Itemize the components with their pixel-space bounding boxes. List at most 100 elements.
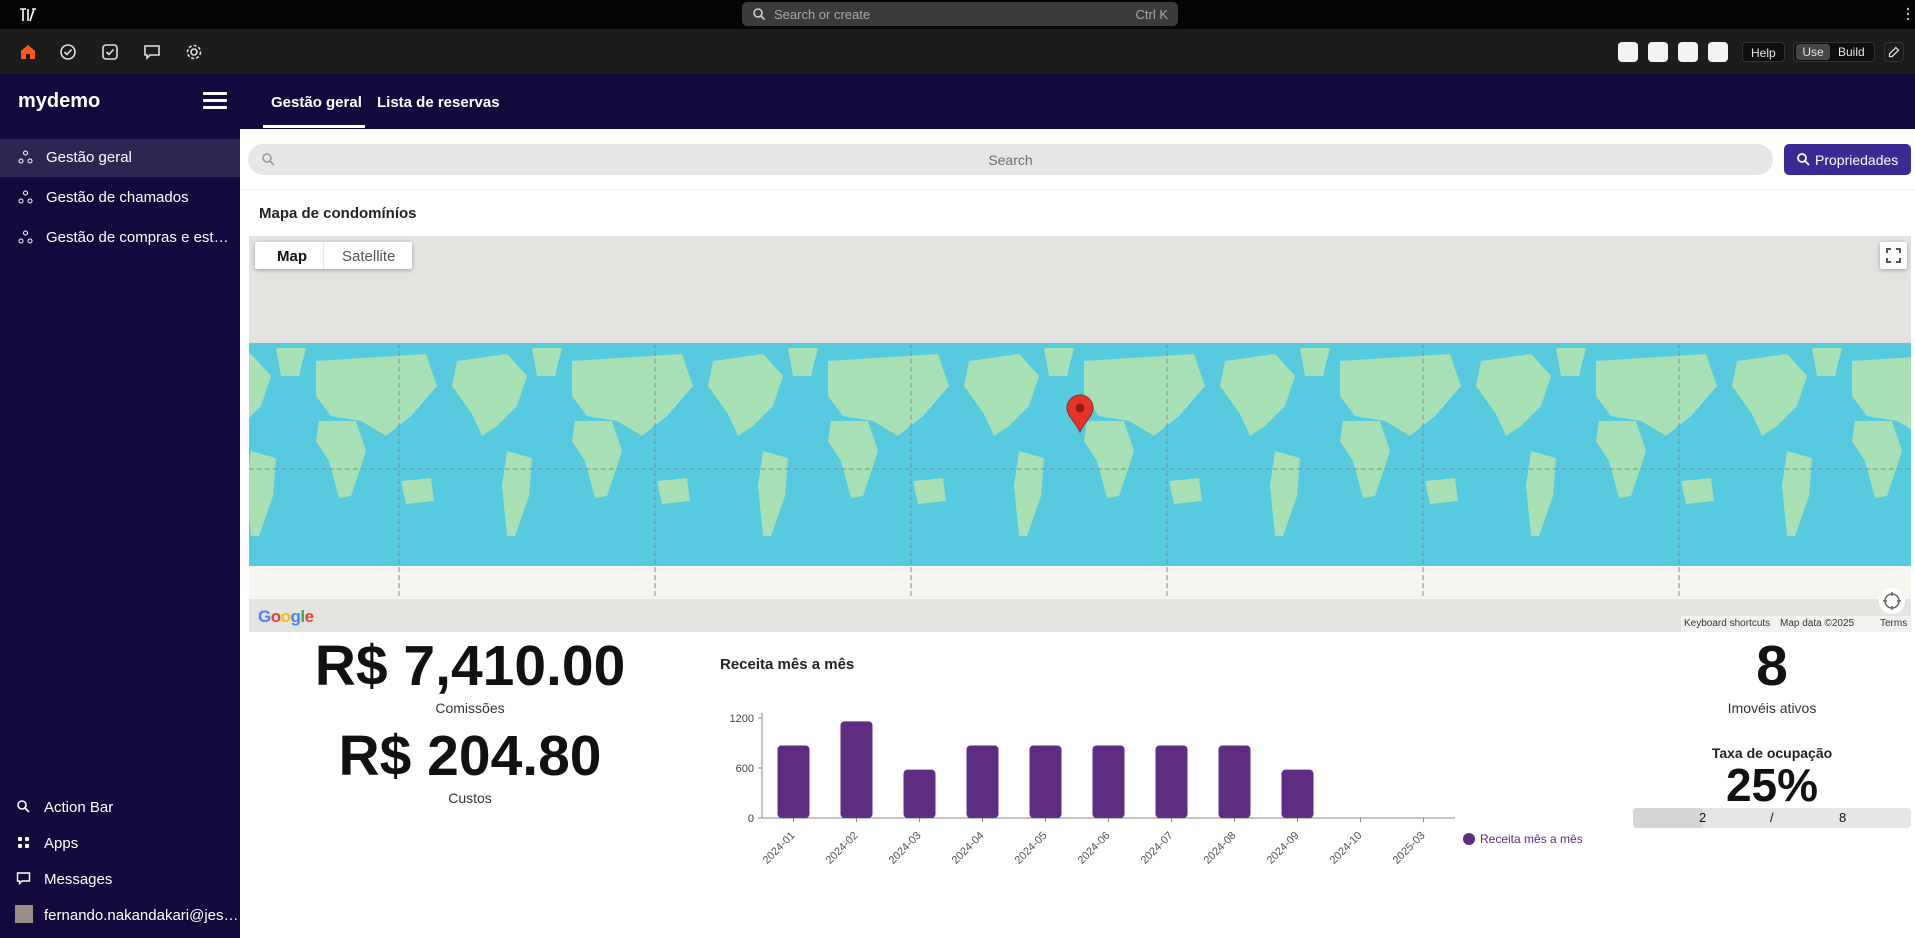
y-tick-label: 600 [736, 763, 754, 775]
antarctica-shape [249, 566, 437, 599]
chart-bar [1155, 745, 1188, 818]
fullscreen-icon [1886, 248, 1901, 263]
user-profile-button[interactable]: fernando.nakandakari@jestor.com [0, 899, 240, 931]
global-search-input[interactable]: Search or create Ctrl K [742, 2, 1178, 26]
chart-bar [1029, 745, 1062, 818]
y-tick-label: 1200 [730, 713, 754, 725]
sidebar-item-label: Gestão de compras e estoque [46, 229, 234, 246]
properties-button[interactable]: Propriedades [1784, 144, 1911, 175]
tab-gestao-geral[interactable]: Gestão geral [271, 94, 362, 111]
app-icon-1[interactable] [1618, 42, 1638, 62]
more-vertical-icon[interactable] [1906, 6, 1910, 22]
messages-label: Messages [44, 871, 113, 888]
menu-icon[interactable] [203, 92, 227, 112]
x-tick-label: 2024-02 [824, 830, 861, 867]
tool-bar: Help Use Build [0, 29, 1915, 74]
sidebar: mydemo Gestão geral Gestão de chamados G… [0, 74, 240, 938]
messages-button[interactable]: Messages [0, 863, 240, 895]
chart-bar [840, 721, 873, 818]
search-input[interactable]: Search [248, 144, 1773, 175]
continent-shape [1169, 478, 1202, 504]
map-type-map-button[interactable]: Map [277, 248, 307, 265]
commissions-value: R$ 7,410.00 [314, 634, 626, 698]
legend-label: Receita mês a mês [1480, 832, 1583, 846]
sidebar-item-gestao-geral[interactable]: Gestão geral [0, 139, 240, 177]
costs-label: Custos [448, 790, 492, 806]
tab-lista-reservas[interactable]: Lista de reservas [377, 94, 500, 111]
chart-bar [1281, 769, 1314, 818]
check-circle-icon[interactable] [58, 42, 78, 62]
use-mode-button[interactable]: Use [1796, 44, 1830, 60]
y-tick-label: 0 [748, 813, 754, 825]
x-tick-label: 2024-03 [887, 830, 924, 867]
map-type-control: Map Satellite [255, 242, 412, 269]
active-properties-label: Imovéis ativos [1727, 700, 1817, 716]
x-tick-label: 2024-05 [1013, 830, 1050, 867]
chart-bar [777, 745, 810, 818]
task-icon[interactable] [100, 42, 120, 62]
occupancy-separator: / [1770, 810, 1774, 825]
home-icon[interactable] [18, 42, 38, 62]
mode-toggle[interactable]: Use Build [1793, 42, 1875, 62]
sidebar-item-gestao-chamados[interactable]: Gestão de chamados [0, 179, 240, 217]
global-search-placeholder: Search or create [774, 7, 871, 22]
build-mode-button[interactable]: Build [1838, 44, 1865, 60]
chart-bar [1218, 745, 1251, 818]
occupancy-value: 25% [1725, 759, 1819, 811]
occupancy-denominator: 8 [1839, 810, 1847, 825]
continent-shape [401, 478, 434, 504]
search-placeholder: Search [988, 152, 1033, 168]
occupancy-ratio-bar: 2 / 8 [1633, 808, 1911, 828]
occupancy-ratio-fill [1633, 808, 1703, 828]
chart-title: Receita mês a mês [720, 656, 855, 673]
world-map[interactable] [249, 236, 1911, 632]
search-shortcut: Ctrl K [1135, 7, 1169, 22]
app-logo-icon[interactable] [18, 6, 38, 24]
sidebar-item-gestao-compras[interactable]: Gestão de compras e estoque [0, 219, 240, 257]
settings-icon[interactable] [184, 42, 204, 62]
chat-icon [16, 872, 31, 886]
x-tick-label: 2024-08 [1202, 830, 1239, 867]
occupancy-numerator: 2 [1699, 810, 1707, 825]
x-tick-label: 2024-10 [1328, 830, 1365, 867]
search-icon [17, 800, 30, 813]
app-node-icon [18, 150, 33, 164]
search-icon [1797, 153, 1810, 166]
x-tick-label: 2024-04 [950, 830, 987, 867]
legend-marker [1463, 833, 1475, 845]
apps-button[interactable]: Apps [0, 827, 240, 859]
divider [240, 189, 1915, 190]
map-widget[interactable]: Map Satellite Google Keyboard shortcuts … [249, 236, 1911, 632]
page-header: Gestão geral Lista de reservas [240, 74, 1915, 129]
app-node-icon [18, 230, 33, 244]
help-button[interactable]: Help [1742, 42, 1785, 62]
map-title: Mapa de condomíníos [259, 205, 417, 222]
chat-icon[interactable] [142, 42, 162, 62]
commissions-label: Comissões [435, 700, 505, 716]
map-attribution: Keyboard shortcuts Map data ©2025 Terms [1681, 616, 1911, 632]
app-icon-3[interactable] [1678, 42, 1698, 62]
action-bar-button[interactable]: Action Bar [0, 791, 240, 823]
fullscreen-button[interactable] [1880, 242, 1907, 269]
search-icon [753, 8, 766, 21]
active-tab-indicator [263, 125, 365, 128]
x-tick-label: 2024-09 [1265, 830, 1302, 867]
continent-shape [913, 478, 946, 504]
app-icon-2[interactable] [1648, 42, 1668, 62]
pan-control-button[interactable] [1879, 588, 1905, 614]
x-tick-label: 2025-03 [1391, 830, 1428, 867]
costs-value: R$ 204.80 [338, 724, 602, 788]
x-tick-label: 2024-01 [761, 830, 798, 867]
google-logo: Google [258, 607, 314, 626]
app-name: mydemo [18, 90, 101, 112]
map-type-satellite-button[interactable]: Satellite [342, 248, 395, 265]
apps-label: Apps [44, 835, 79, 852]
chart-bar [1092, 745, 1125, 818]
apps-grid-icon [18, 837, 29, 848]
sidebar-item-label: Gestão geral [46, 149, 132, 166]
terms-link[interactable]: Terms [1880, 618, 1907, 629]
keyboard-shortcuts-link[interactable]: Keyboard shortcuts [1684, 618, 1770, 629]
grid-icon[interactable] [1708, 42, 1728, 62]
action-bar-label: Action Bar [44, 799, 114, 816]
edit-icon[interactable] [1884, 42, 1904, 62]
